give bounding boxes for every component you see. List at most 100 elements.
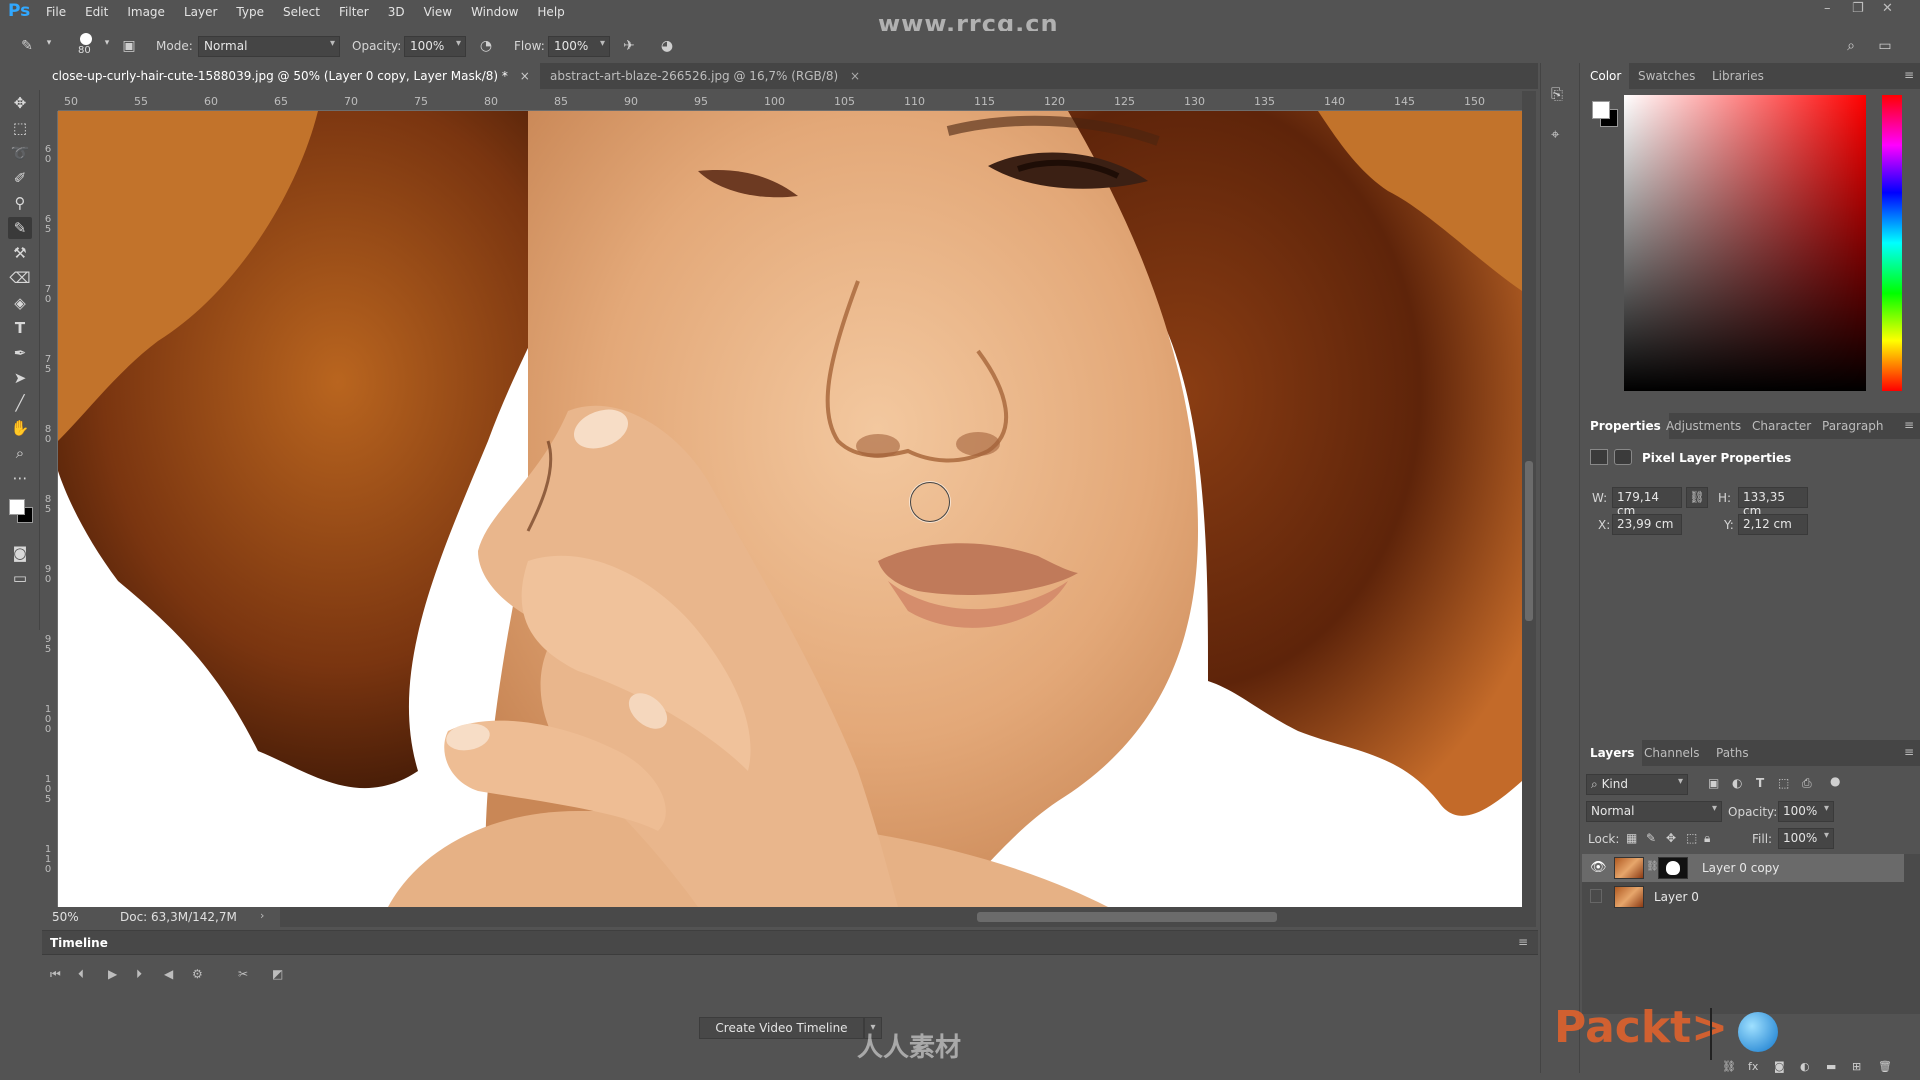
close-icon[interactable]: ×	[520, 69, 530, 83]
opacity-field[interactable]: 100% ▾	[404, 36, 466, 57]
split-scissors-icon[interactable]: ✂	[238, 967, 248, 981]
chevron-down-icon[interactable]: ▾	[40, 38, 58, 56]
color-swatches[interactable]	[8, 498, 34, 524]
brush-panel-toggle-icon[interactable]: ▣	[120, 38, 138, 56]
visibility-toggle[interactable]	[1590, 889, 1602, 903]
lock-pixels-icon[interactable]: ✎	[1646, 831, 1656, 845]
eyedropper-tool-icon[interactable]: ⚲	[8, 192, 32, 214]
menu-edit[interactable]: Edit	[85, 0, 108, 24]
tab-channels[interactable]: Channels	[1636, 740, 1708, 766]
pen-tool-icon[interactable]: ✒	[8, 342, 32, 364]
eraser-tool-icon[interactable]: ⌫	[8, 267, 32, 289]
menu-3d[interactable]: 3D	[388, 0, 405, 24]
menu-layer[interactable]: Layer	[184, 0, 217, 24]
color-picker-field[interactable]	[1624, 95, 1866, 391]
tab-character[interactable]: Character	[1744, 413, 1819, 439]
mask-icon[interactable]	[1614, 449, 1632, 465]
horizontal-scrollbar[interactable]	[280, 907, 1536, 927]
quick-selection-tool-icon[interactable]: ✐	[8, 167, 32, 189]
vertical-scrollbar-thumb[interactable]	[1525, 461, 1533, 621]
previous-frame-icon[interactable]: ⏴	[78, 967, 84, 982]
menu-help[interactable]: Help	[537, 0, 564, 24]
create-video-timeline-button[interactable]: Create Video Timeline	[699, 1017, 864, 1039]
settings-gear-icon[interactable]: ⚙	[192, 967, 203, 981]
adjustment-layer-icon[interactable]: ◐	[1800, 1060, 1810, 1073]
restore-icon[interactable]: ❐	[1852, 1, 1864, 16]
panel-menu-icon[interactable]: ≡	[1904, 745, 1914, 759]
brush-tool-icon[interactable]: ✎	[18, 38, 36, 56]
brush-preset-picker[interactable]: 80	[76, 31, 98, 61]
brush-settings-icon[interactable]: ⌖	[1551, 125, 1559, 143]
layer-mask-thumbnail[interactable]	[1658, 857, 1688, 879]
link-icon[interactable]: ⛓	[1686, 487, 1708, 508]
vertical-scrollbar[interactable]	[1522, 91, 1536, 911]
flow-field[interactable]: 100% ▾	[548, 36, 610, 57]
trash-icon[interactable]: 🗑︎	[1878, 1060, 1892, 1073]
menu-type[interactable]: Type	[236, 0, 264, 24]
close-icon[interactable]: ✕	[1882, 1, 1893, 16]
document-canvas[interactable]	[58, 111, 1522, 907]
menu-filter[interactable]: Filter	[339, 0, 369, 24]
tab-color[interactable]: Color	[1582, 63, 1630, 89]
lock-artboard-icon[interactable]: ⬚	[1686, 831, 1697, 845]
menu-window[interactable]: Window	[471, 0, 518, 24]
audio-icon[interactable]: ◀	[164, 967, 173, 981]
hue-slider[interactable]	[1882, 95, 1902, 391]
pressure-opacity-icon[interactable]: ◔	[477, 38, 495, 56]
eye-icon[interactable]: 👁︎	[1590, 860, 1607, 875]
close-icon[interactable]: ×	[850, 69, 860, 83]
add-mask-icon[interactable]: ◙	[1774, 1060, 1785, 1073]
menu-select[interactable]: Select	[283, 0, 320, 24]
path-selection-tool-icon[interactable]: ➤	[8, 367, 32, 389]
history-icon[interactable]: ⎘	[1551, 85, 1563, 103]
filter-type-icon[interactable]: T	[1756, 776, 1764, 790]
more-tools-icon[interactable]: ⋯	[8, 467, 32, 489]
play-icon[interactable]: ▶	[108, 967, 117, 981]
search-icon[interactable]: ⌕	[1842, 38, 1860, 56]
link-layers-icon[interactable]: ⛓	[1722, 1060, 1736, 1073]
group-folder-icon[interactable]: ▬	[1826, 1060, 1836, 1073]
filter-adjustment-icon[interactable]: ◐	[1732, 776, 1742, 790]
horizontal-scrollbar-thumb[interactable]	[977, 912, 1277, 922]
lock-position-icon[interactable]: ✥	[1666, 831, 1676, 845]
tab-layers[interactable]: Layers	[1582, 740, 1643, 766]
zoom-level[interactable]: 50%	[52, 910, 79, 924]
blend-mode-select[interactable]: Normal ▾	[1586, 801, 1722, 822]
tab-properties[interactable]: Properties	[1582, 413, 1669, 439]
menu-view[interactable]: View	[424, 0, 452, 24]
lock-transparency-icon[interactable]: ▦	[1626, 831, 1637, 845]
menu-file[interactable]: File	[46, 0, 66, 24]
x-field[interactable]: 23,99 cm	[1612, 514, 1682, 535]
tab-adjustments[interactable]: Adjustments	[1658, 413, 1749, 439]
panel-menu-icon[interactable]: ≡	[1904, 68, 1914, 82]
layer-row[interactable]: Layer 0	[1582, 883, 1904, 911]
lasso-tool-icon[interactable]: ➰	[8, 142, 32, 164]
panel-menu-icon[interactable]: ≡	[1518, 935, 1528, 949]
fg-bg-swatches[interactable]	[1590, 99, 1620, 129]
width-field[interactable]: 179,14 cm	[1612, 487, 1682, 518]
chevron-down-icon[interactable]: ▾	[98, 38, 116, 56]
next-frame-icon[interactable]: ⏵	[136, 967, 142, 982]
foreground-color-swatch[interactable]	[1592, 101, 1610, 119]
layer-opacity-field[interactable]: 100% ▾	[1778, 801, 1834, 822]
filter-shape-icon[interactable]: ⬚	[1778, 776, 1789, 790]
quick-mask-icon[interactable]: ◙	[8, 542, 32, 564]
tab-swatches[interactable]: Swatches	[1630, 63, 1703, 89]
transition-icon[interactable]: ◩	[272, 967, 283, 981]
go-to-first-frame-icon[interactable]: ⏮	[50, 967, 61, 982]
tab-document-curly-hair[interactable]: close-up-curly-hair-cute-1588039.jpg @ 5…	[42, 63, 540, 89]
new-layer-icon[interactable]: ⊞	[1852, 1060, 1861, 1073]
clone-stamp-tool-icon[interactable]: ⚒	[8, 242, 32, 264]
lock-all-icon[interactable]: 🔒︎	[1704, 831, 1710, 846]
line-tool-icon[interactable]: ╱	[8, 392, 32, 414]
chevron-right-icon[interactable]: ›	[260, 909, 264, 922]
type-tool-icon[interactable]: T	[8, 317, 32, 339]
layer-row[interactable]: 👁︎ ⛓ Layer 0 copy	[1582, 854, 1904, 882]
hand-tool-icon[interactable]: ✋	[8, 417, 32, 439]
filter-smart-object-icon[interactable]: ⎙	[1802, 776, 1812, 791]
airbrush-icon[interactable]: ✈	[620, 38, 638, 56]
fx-icon[interactable]: fx	[1748, 1060, 1758, 1073]
tab-libraries[interactable]: Libraries	[1704, 63, 1772, 89]
marquee-tool-icon[interactable]: ⬚	[8, 117, 32, 139]
zoom-tool-icon[interactable]: ⌕	[8, 442, 32, 464]
